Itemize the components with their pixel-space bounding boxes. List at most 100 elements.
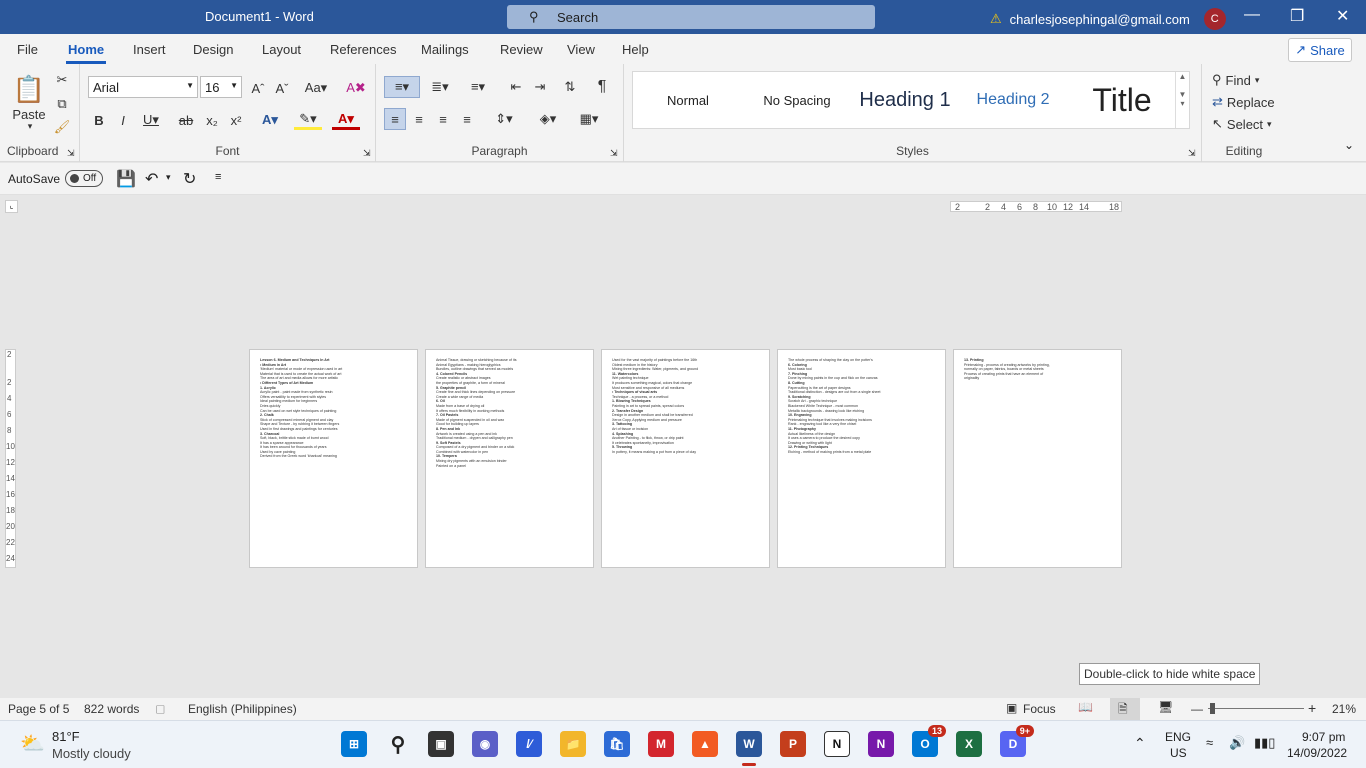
text-effects-icon[interactable]: A▾ xyxy=(256,110,284,130)
superscript-icon[interactable]: x² xyxy=(226,110,246,130)
document-page-4[interactable]: The whole process of shaping the clay on… xyxy=(777,349,946,568)
excel-app-icon[interactable]: X xyxy=(956,731,982,757)
styles-scroll[interactable]: ▲ ▼ ▾ xyxy=(1175,72,1189,128)
input-region[interactable]: US xyxy=(1170,746,1187,760)
document-page-5[interactable]: 13. Printing Printmaking - process of cre… xyxy=(953,349,1122,568)
paragraph-launcher-icon[interactable]: ⇲ xyxy=(610,148,618,159)
bold-icon[interactable]: B xyxy=(90,110,108,130)
format-painter-icon[interactable]: 🖌 xyxy=(54,119,71,135)
font-launcher-icon[interactable]: ⇲ xyxy=(363,148,371,159)
horizontal-ruler[interactable]: 2 2 4 6 8 10 12 14 18 xyxy=(950,201,1122,212)
share-button[interactable]: ↗ Share xyxy=(1288,38,1352,62)
read-mode-icon[interactable]: 📖 xyxy=(1078,700,1093,714)
sort-icon[interactable]: ⇅ xyxy=(560,76,580,98)
focus-icon[interactable]: ▣ xyxy=(1006,701,1017,715)
undo-dropdown-icon[interactable]: ▾ xyxy=(166,172,171,183)
mcafee-icon[interactable]: M xyxy=(648,731,674,757)
zoom-level[interactable]: 21% xyxy=(1332,702,1356,716)
undo-icon[interactable]: ↶ xyxy=(145,169,158,189)
bullets-icon[interactable]: ≡▾ xyxy=(384,76,420,98)
tab-mailings[interactable]: Mailings xyxy=(421,42,469,57)
clipboard-launcher-icon[interactable]: ⇲ xyxy=(67,148,75,159)
grow-font-icon[interactable]: Aˆ xyxy=(248,78,268,98)
font-color-icon[interactable]: A▾ xyxy=(332,110,360,130)
document-area[interactable]: ⌞ 2 2 4 6 8 10 12 14 18 2 2 4 6 8 10 12 … xyxy=(0,196,1366,698)
style-normal[interactable]: Normal xyxy=(633,72,743,128)
powerpoint-app-icon[interactable]: P xyxy=(780,731,806,757)
copy-icon[interactable]: ⧉ xyxy=(54,96,70,112)
document-page-2[interactable]: Animal Tissue, drawing or sketching beca… xyxy=(425,349,594,568)
weather-status[interactable]: Mostly cloudy xyxy=(52,746,131,761)
select-button[interactable]: ↖ Select ▾ xyxy=(1212,114,1286,134)
borders-icon[interactable]: ▦▾ xyxy=(572,108,606,130)
autosave-toggle[interactable]: Off xyxy=(65,170,103,187)
zoom-in-icon[interactable]: + xyxy=(1308,700,1316,716)
vertical-ruler[interactable]: 2 2 4 6 8 10 12 14 16 18 20 22 24 xyxy=(5,349,16,568)
file-explorer-icon[interactable]: 📁 xyxy=(560,731,586,757)
avatar[interactable]: C xyxy=(1203,8,1226,30)
style-heading-2[interactable]: Heading 2 xyxy=(959,72,1067,128)
find-button[interactable]: ⚲ Find ▾ xyxy=(1212,70,1282,90)
focus-label[interactable]: Focus xyxy=(1023,702,1056,716)
multilevel-list-icon[interactable]: ≡▾ xyxy=(462,76,494,98)
paste-icon[interactable]: 📋 xyxy=(12,72,46,106)
brave-browser-icon[interactable]: ▲ xyxy=(692,731,718,757)
tab-view[interactable]: View xyxy=(567,42,595,57)
clock-time[interactable]: 9:07 pm xyxy=(1302,730,1345,744)
clear-formatting-icon[interactable]: A✖ xyxy=(346,78,366,98)
decrease-indent-icon[interactable]: ⇤ xyxy=(506,76,526,98)
save-icon[interactable]: 💾 xyxy=(116,169,136,189)
discord-app-icon[interactable]: D 9+ xyxy=(1000,725,1034,757)
tab-review[interactable]: Review xyxy=(500,42,543,57)
tab-file[interactable]: File xyxy=(17,42,38,57)
web-layout-icon[interactable]: 🖥 xyxy=(1158,700,1173,714)
increase-indent-icon[interactable]: ⇥ xyxy=(530,76,550,98)
word-app-icon[interactable]: W xyxy=(736,731,762,757)
document-page-3[interactable]: Used for the vast majority of paintings … xyxy=(601,349,770,568)
word-count[interactable]: 822 words xyxy=(84,702,139,716)
clock-date[interactable]: 14/09/2022 xyxy=(1287,746,1347,760)
collapse-ribbon-icon[interactable]: ⌄ xyxy=(1344,138,1354,152)
tab-design[interactable]: Design xyxy=(193,42,233,57)
language-label[interactable]: English (Philippines) xyxy=(188,702,297,716)
windows-start-icon[interactable]: ⊞ xyxy=(341,731,367,757)
style-no-spacing[interactable]: No Spacing xyxy=(743,72,851,128)
account-area[interactable]: ⚠ charlesjosephingal@gmail.com C xyxy=(990,8,1226,30)
style-heading-1[interactable]: Heading 1 xyxy=(851,72,959,128)
align-left-icon[interactable]: ≡ xyxy=(384,108,406,130)
customize-qat-icon[interactable]: ≡ xyxy=(215,171,221,183)
outlook-app-icon[interactable]: O 13 xyxy=(912,725,946,757)
editor-app-icon[interactable]: /⁄ xyxy=(516,731,542,757)
align-center-icon[interactable]: ≡ xyxy=(408,108,430,130)
weather-temp[interactable]: 81°F xyxy=(52,729,80,744)
zoom-slider-thumb[interactable] xyxy=(1210,703,1215,714)
change-case-icon[interactable]: Aa▾ xyxy=(302,78,330,98)
teams-chat-icon[interactable]: ◉ xyxy=(472,731,498,757)
onenote-app-icon[interactable]: N xyxy=(868,731,894,757)
redo-icon[interactable]: ↻ xyxy=(183,169,196,189)
input-language[interactable]: ENG xyxy=(1165,730,1191,744)
numbering-icon[interactable]: ≣▾ xyxy=(424,76,456,98)
show-formatting-icon[interactable]: ¶ xyxy=(592,76,612,98)
shrink-font-icon[interactable]: Aˇ xyxy=(272,78,292,98)
tab-insert[interactable]: Insert xyxy=(133,42,166,57)
tab-selector-icon[interactable]: ⌞ xyxy=(5,200,18,213)
tab-home[interactable]: Home xyxy=(68,42,104,57)
highlight-icon[interactable]: ✎▾ xyxy=(294,110,322,130)
show-hidden-icons[interactable]: ⌃ xyxy=(1134,735,1146,752)
strikethrough-icon[interactable]: ab xyxy=(176,110,196,130)
zoom-out-icon[interactable]: — xyxy=(1191,702,1203,716)
store-icon[interactable]: 🛍 xyxy=(604,731,630,757)
font-family-select[interactable]: Arial ▼ xyxy=(88,76,198,98)
tab-references[interactable]: References xyxy=(330,42,396,57)
search-box[interactable]: ⚲ Search xyxy=(507,5,875,29)
weather-icon[interactable]: ⛅ xyxy=(20,731,45,756)
task-view-icon[interactable]: ▣ xyxy=(428,731,454,757)
tab-help[interactable]: Help xyxy=(622,42,649,57)
shading-icon[interactable]: ◈▾ xyxy=(532,108,564,130)
page-count[interactable]: Page 5 of 5 xyxy=(8,702,69,716)
search-icon[interactable]: ⚲ xyxy=(385,731,411,757)
line-spacing-icon[interactable]: ⇕▾ xyxy=(488,108,520,130)
restore-icon[interactable]: ❐ xyxy=(1290,6,1304,26)
paste-dropdown-icon[interactable]: ▾ xyxy=(24,120,36,132)
